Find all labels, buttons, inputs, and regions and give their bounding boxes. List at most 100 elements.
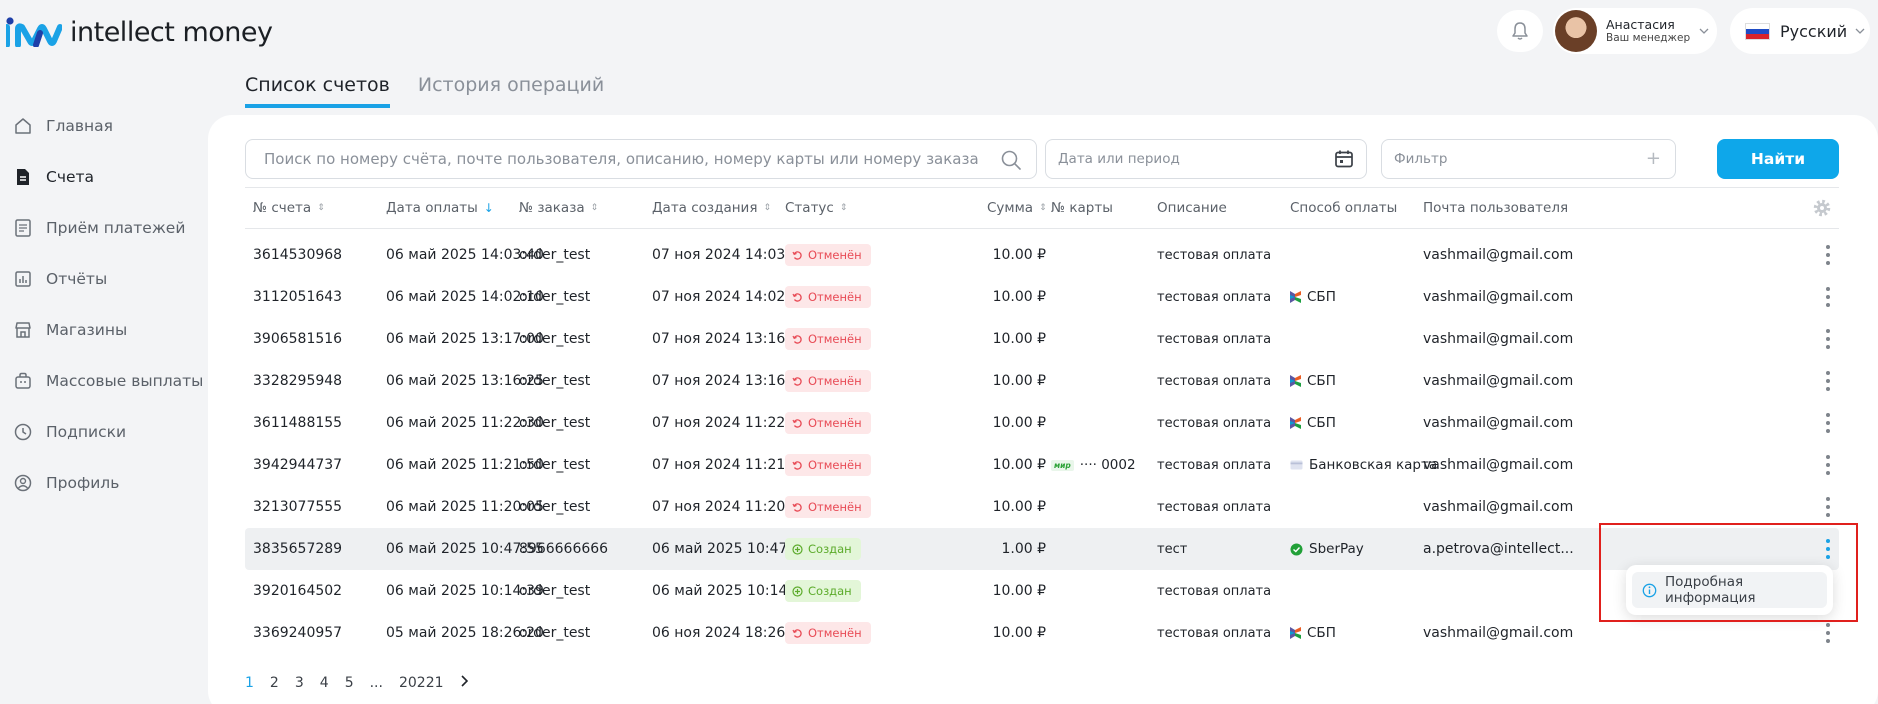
cell-description: тестовая оплата [1157, 247, 1272, 263]
cell-method [1290, 570, 1296, 612]
tab-operations-history[interactable]: История операций [418, 74, 604, 108]
column-header-created-at[interactable]: Дата создания ⇕ [652, 188, 771, 228]
row-menu-button[interactable] [1824, 287, 1832, 307]
page-link[interactable]: 4 [320, 675, 329, 691]
table-row[interactable]: 3328295948 06 май 2025 13:16:25 order_te… [245, 360, 1839, 402]
cell-sum: 10.00 ₽ [992, 415, 1046, 431]
table-row[interactable]: 3614530968 06 май 2025 14:03:40 order_te… [245, 234, 1839, 276]
sbp-icon [1290, 375, 1301, 387]
cell-description: тестовая оплата [1157, 499, 1272, 515]
cell-status: Создан [785, 570, 861, 612]
table-row[interactable]: 3213077555 06 май 2025 11:20:05 order_te… [245, 486, 1839, 528]
cell-email: vashmail@gmail.com [1423, 373, 1574, 389]
row-menu-button[interactable] [1824, 245, 1832, 265]
table-row[interactable]: 3112051643 06 май 2025 14:02:10 order_te… [245, 276, 1839, 318]
cancel-icon [792, 292, 802, 302]
store-icon [12, 319, 34, 341]
table-row[interactable]: 3942944737 06 май 2025 11:21:50 order_te… [245, 444, 1839, 486]
page-link[interactable]: 2 [270, 675, 279, 691]
plus-circle-icon [792, 543, 803, 555]
sidebar-item-mass-payouts[interactable]: Массовые выплаты [12, 355, 203, 406]
cell-status: Отменён [785, 444, 871, 486]
cell-description: тестовая оплата [1157, 289, 1272, 305]
sidebar-item-label: Профиль [46, 473, 120, 492]
logo[interactable]: intellect money [6, 12, 273, 52]
notifications-button[interactable] [1497, 10, 1543, 52]
page-link[interactable]: 1 [245, 675, 254, 691]
cancel-icon [792, 334, 802, 344]
row-menu-button[interactable] [1824, 497, 1832, 517]
cell-method [1290, 234, 1296, 276]
cancel-icon [792, 502, 802, 512]
column-header-card: № карты [1051, 200, 1113, 216]
manager-name: Анастасия [1606, 17, 1675, 33]
home-icon [12, 115, 34, 137]
cell-order: order_test [519, 331, 591, 347]
row-menu-button[interactable] [1824, 329, 1832, 349]
tab-invoice-list[interactable]: Список счетов [245, 74, 390, 108]
search-input[interactable] [264, 150, 1036, 168]
mir-logo: мир [1051, 459, 1074, 471]
gear-icon[interactable] [1812, 198, 1832, 218]
row-menu-button[interactable] [1824, 371, 1832, 391]
search-icon[interactable] [1000, 149, 1022, 171]
card-number: ···· 0002 [1079, 457, 1136, 473]
status-badge: Отменён [785, 328, 871, 350]
column-header-status[interactable]: Статус ⇕ [785, 188, 847, 228]
cell-sum: 10.00 ₽ [992, 373, 1046, 389]
column-header-order[interactable]: № заказа ⇕ [519, 188, 598, 228]
cell-status: Отменён [785, 276, 871, 318]
page-link[interactable]: 5 [345, 675, 354, 691]
row-menu-button[interactable] [1824, 413, 1832, 433]
plus-icon[interactable]: + [1646, 148, 1661, 169]
sbp-icon [1290, 627, 1301, 639]
column-header-sum[interactable]: Сумма ⇕ [987, 188, 1047, 228]
sort-icon: ⇕ [590, 203, 599, 213]
calendar-icon[interactable] [1333, 148, 1355, 170]
cell-sum: 10.00 ₽ [992, 289, 1046, 305]
find-button[interactable]: Найти [1717, 139, 1839, 179]
page-link[interactable]: 20221 [399, 675, 444, 691]
cell-invoice: 3213077555 [253, 499, 343, 515]
chevron-right-icon[interactable] [460, 675, 468, 691]
table-row[interactable]: 3611488155 06 май 2025 11:22:30 order_te… [245, 402, 1839, 444]
column-header-invoice[interactable]: № счета ⇕ [253, 188, 325, 228]
cell-sum: 10.00 ₽ [992, 247, 1046, 263]
cell-description: тестовая оплата [1157, 457, 1272, 473]
cell-email: vashmail@gmail.com [1423, 499, 1574, 515]
cancel-icon [792, 250, 803, 261]
status-badge: Отменён [785, 454, 871, 476]
filter-input[interactable] [1394, 151, 1675, 167]
sidebar-item-reports[interactable]: Отчёты [12, 253, 203, 304]
bag-icon [12, 370, 34, 392]
page-link[interactable]: 3 [295, 675, 304, 691]
date-input[interactable] [1058, 151, 1366, 167]
cell-description: тестовая оплата [1157, 331, 1272, 347]
sidebar-item-home[interactable]: Главная [12, 100, 203, 151]
sidebar-item-invoices[interactable]: Счета [12, 151, 203, 202]
sidebar-item-payments[interactable]: Приём платежей [12, 202, 203, 253]
cell-invoice: 3614530968 [253, 247, 343, 263]
sbp-icon [1290, 291, 1301, 303]
column-header-paid-at[interactable]: Дата оплаты ↓ [386, 188, 494, 228]
sidebar-item-profile[interactable]: Профиль [12, 457, 203, 508]
cell-sum: 10.00 ₽ [992, 583, 1046, 599]
cell-invoice: 3942944737 [253, 457, 343, 473]
plus-circle-icon [792, 585, 803, 597]
sort-icon: ⇕ [763, 203, 771, 213]
cell-order: order_test [519, 373, 591, 389]
cell-order: order_test [519, 247, 591, 263]
language-selector[interactable]: Русский [1730, 8, 1870, 54]
status-badge: Отменён [785, 370, 871, 392]
status-badge: Отменён [785, 244, 871, 266]
table-row[interactable]: 3906581516 06 май 2025 13:17:00 order_te… [245, 318, 1839, 360]
language-label: Русский [1780, 21, 1848, 41]
row-menu-button[interactable] [1824, 623, 1832, 643]
sidebar-item-label: Подписки [46, 422, 127, 441]
cell-email: vashmail@gmail.com [1423, 625, 1574, 641]
sidebar-item-subscriptions[interactable]: Подписки [12, 406, 203, 457]
row-menu-button[interactable] [1824, 455, 1832, 475]
search-box [245, 139, 1037, 179]
sidebar-item-stores[interactable]: Магазины [12, 304, 203, 355]
manager-widget[interactable]: Анастасия Ваш менеджер [1553, 8, 1717, 54]
